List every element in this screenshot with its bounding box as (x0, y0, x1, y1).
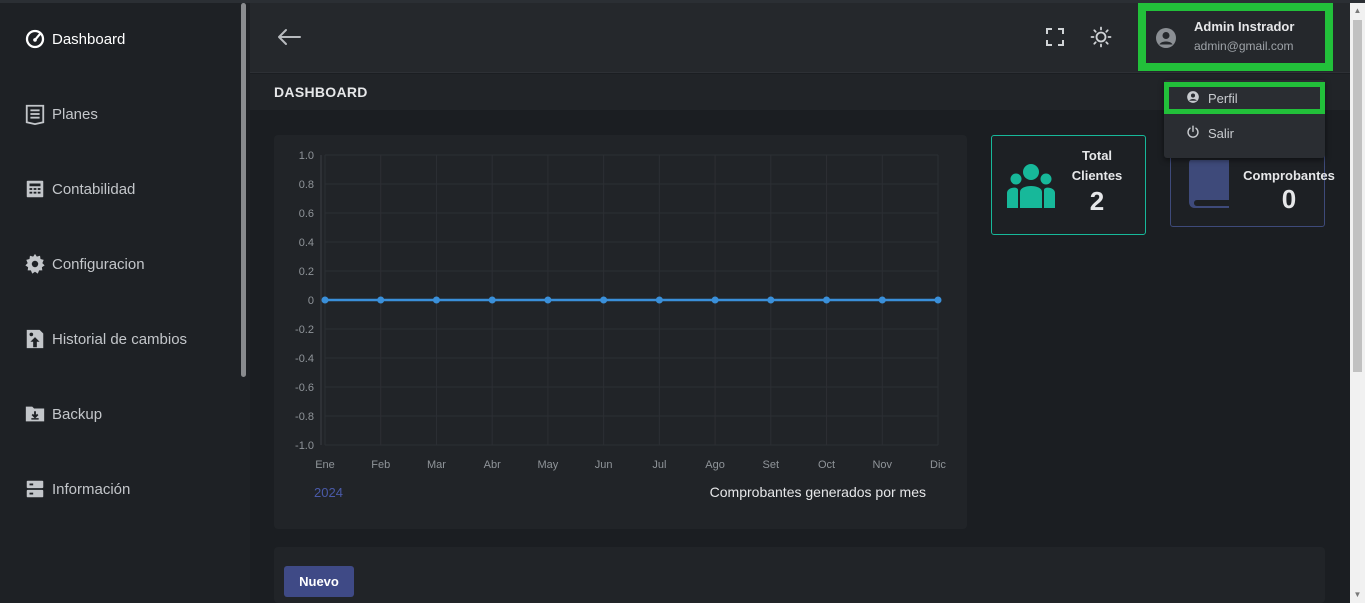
book-icon (1187, 158, 1231, 213)
scrollbar-thumb[interactable] (1353, 20, 1362, 372)
x-tick-label: Abr (484, 459, 501, 471)
menu-item-salir[interactable]: Salir (1186, 123, 1234, 143)
stat-value: 0 (1281, 184, 1297, 214)
data-point (544, 296, 552, 304)
arrow-left-icon[interactable] (276, 25, 302, 49)
x-tick-label: Feb (371, 459, 390, 471)
sidebar-item-historial[interactable]: Historial de cambios (24, 326, 187, 352)
x-tick-label: Ene (315, 459, 335, 471)
y-tick-label: 1.0 (299, 150, 314, 162)
x-tick-label: Nov (872, 459, 892, 471)
sidebar (0, 3, 250, 603)
sidebar-item-label: Información (52, 480, 131, 498)
user-name: Admin Instrador (1194, 19, 1295, 34)
y-tick-label: -0.2 (295, 324, 314, 336)
user-circle-icon (1154, 26, 1178, 50)
data-point (823, 296, 831, 304)
monthly-receipts-chart: 1.0 0.8 0.6 0.4 0.2 0 -0.2 -0.4 -0.6 -0.8 -1.0Ene F… (295, 150, 946, 500)
sidebar-item-configuracion[interactable]: Configuracion (24, 251, 145, 277)
x-tick-label: Dic (930, 459, 946, 471)
stat-label-line2: Clientes (1071, 168, 1123, 183)
y-tick-label: -1.0 (295, 440, 314, 452)
x-tick-label: Ago (705, 459, 725, 471)
menu-item-label: Salir (1208, 125, 1235, 141)
chart-legend: 2024 (314, 485, 343, 500)
sidebar-item-planes[interactable]: Planes (24, 101, 98, 127)
y-tick-label: 0.4 (299, 237, 314, 249)
y-tick-label: -0.4 (295, 353, 314, 365)
data-point (934, 296, 942, 304)
new-button[interactable]: Nuevo (284, 566, 354, 597)
page-scrollbar[interactable]: ▲ ▼ (1350, 3, 1365, 603)
chart-caption: Comprobantes generados por mes (710, 484, 926, 500)
calculator-icon (24, 178, 46, 200)
data-point (878, 296, 886, 304)
server-icon (24, 478, 46, 500)
stat-label-line1: Comprobantes (1243, 168, 1335, 183)
y-tick-label: 0.8 (299, 179, 314, 191)
y-tick-label: 0.6 (299, 208, 314, 220)
folder-download-icon (24, 403, 46, 425)
x-tick-label: Mar (427, 459, 446, 471)
history-upload-icon (24, 328, 46, 350)
perfil-highlight (1164, 82, 1325, 114)
data-point (767, 296, 775, 304)
list-document-icon (24, 103, 46, 125)
data-point (600, 296, 608, 304)
user-email: admin@gmail.com (1194, 39, 1294, 53)
sidebar-item-contabilidad[interactable]: Contabilidad (24, 176, 135, 202)
sidebar-item-informacion[interactable]: Información (24, 476, 130, 502)
scroll-up-icon[interactable]: ▲ (1353, 6, 1362, 16)
sidebar-item-backup[interactable]: Backup (24, 401, 102, 427)
data-point (488, 296, 496, 304)
data-point (377, 296, 385, 304)
y-tick-label: 0.2 (299, 266, 314, 278)
sun-icon[interactable] (1090, 26, 1112, 48)
sidebar-item-label: Contabilidad (52, 180, 136, 198)
sidebar-item-label: Configuracion (52, 255, 145, 273)
sidebar-item-dashboard[interactable]: Dashboard (24, 26, 125, 52)
power-icon (1186, 124, 1200, 142)
speedometer-icon (24, 28, 46, 50)
data-point (711, 296, 719, 304)
x-tick-label: Set (763, 459, 780, 471)
stat-label-line1: Total (1081, 148, 1113, 163)
data-point (655, 296, 663, 304)
x-tick-label: Jun (595, 459, 613, 471)
scroll-down-icon[interactable]: ▼ (1353, 590, 1362, 600)
y-tick-label: -0.8 (295, 411, 314, 423)
sidebar-item-label: Dashboard (52, 30, 126, 48)
gear-icon (24, 253, 46, 275)
stat-card-clientes: Total Clientes 2 (991, 135, 1146, 235)
page-title: DASHBOARD (274, 84, 368, 100)
x-tick-label: Oct (818, 459, 835, 471)
sidebar-item-label: Backup (52, 405, 103, 423)
data-point (321, 296, 329, 304)
y-tick-label: 0 (308, 295, 314, 307)
sidebar-item-label: Historial de cambios (52, 330, 188, 348)
y-tick-label: -0.6 (295, 382, 314, 394)
x-tick-label: May (538, 459, 559, 471)
fullscreen-icon[interactable] (1045, 27, 1065, 47)
x-tick-label: Jul (652, 459, 666, 471)
table-card (274, 547, 1325, 603)
sidebar-item-label: Planes (52, 105, 98, 123)
users-icon (1006, 160, 1056, 215)
stat-value: 2 (1089, 186, 1105, 216)
sidebar-scrollbar[interactable] (241, 3, 246, 377)
data-point (432, 296, 440, 304)
